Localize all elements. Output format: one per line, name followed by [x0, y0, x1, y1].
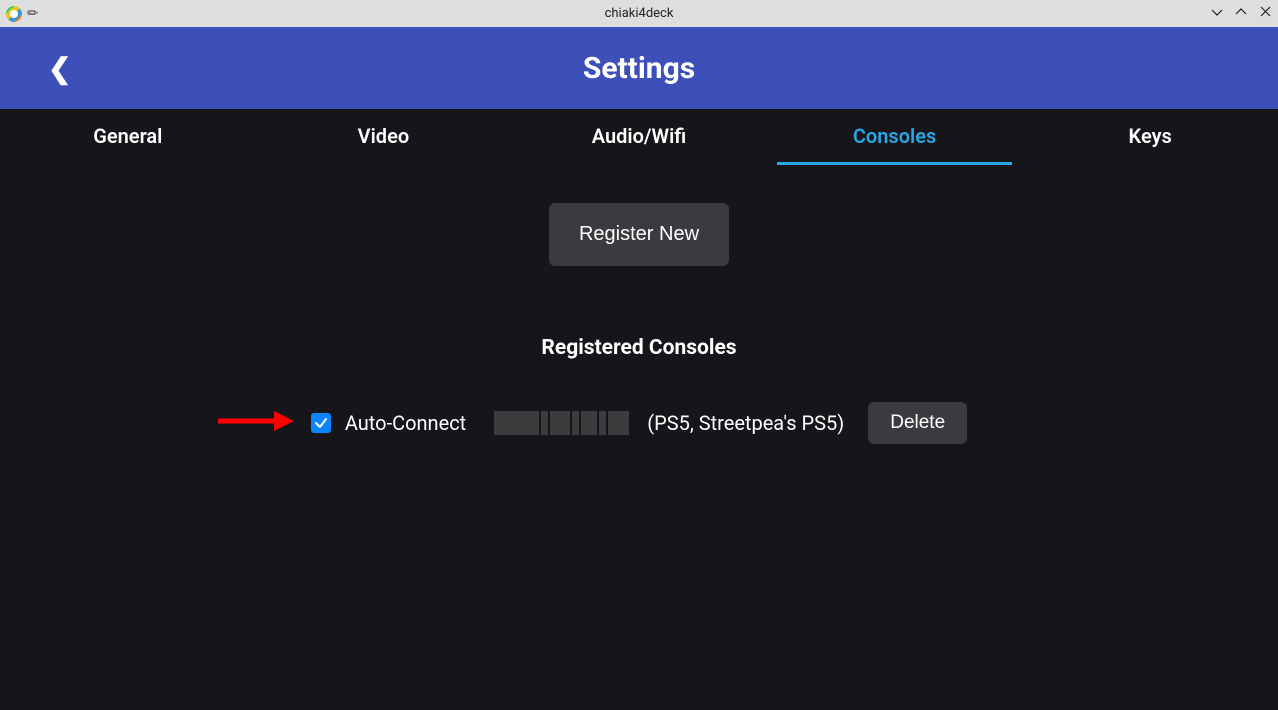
maximize-button[interactable]	[1234, 6, 1248, 22]
content-area: Register New Registered Consoles Auto-Co…	[0, 165, 1278, 444]
tab-video[interactable]: Video	[266, 109, 502, 165]
register-new-button[interactable]: Register New	[549, 203, 729, 266]
pin-icon[interactable]: ✎	[24, 4, 42, 22]
back-button[interactable]: ❮	[48, 52, 71, 85]
delete-button[interactable]: Delete	[868, 402, 967, 444]
app-icon	[6, 6, 22, 22]
arrow-annotation-icon	[216, 408, 296, 438]
page-title: Settings	[583, 51, 695, 86]
tab-keys[interactable]: Keys	[1032, 109, 1268, 165]
console-row: Auto-Connect (PS5, Streetpea's PS5) Dele…	[311, 402, 967, 444]
auto-connect-checkbox[interactable]	[311, 413, 331, 433]
titlebar-left: ✎	[6, 6, 39, 22]
console-description: (PS5, Streetpea's PS5)	[647, 411, 844, 435]
app-window: ❮ Settings General Video Audio/Wifi Cons…	[0, 27, 1278, 710]
minimize-button[interactable]	[1210, 6, 1224, 22]
tab-bar: General Video Audio/Wifi Consoles Keys	[0, 109, 1278, 165]
tab-consoles[interactable]: Consoles	[777, 109, 1013, 165]
console-ip-redacted	[494, 411, 629, 435]
registered-consoles-heading: Registered Consoles	[541, 336, 736, 360]
window-title: chiaki4deck	[605, 6, 674, 21]
header-bar: ❮ Settings	[0, 27, 1278, 109]
tab-general[interactable]: General	[10, 109, 246, 165]
tab-audiowifi[interactable]: Audio/Wifi	[521, 109, 757, 165]
window-titlebar: ✎ chiaki4deck	[0, 0, 1278, 27]
auto-connect-label: Auto-Connect	[345, 411, 466, 435]
close-button[interactable]	[1258, 6, 1272, 22]
titlebar-controls	[1210, 6, 1272, 22]
